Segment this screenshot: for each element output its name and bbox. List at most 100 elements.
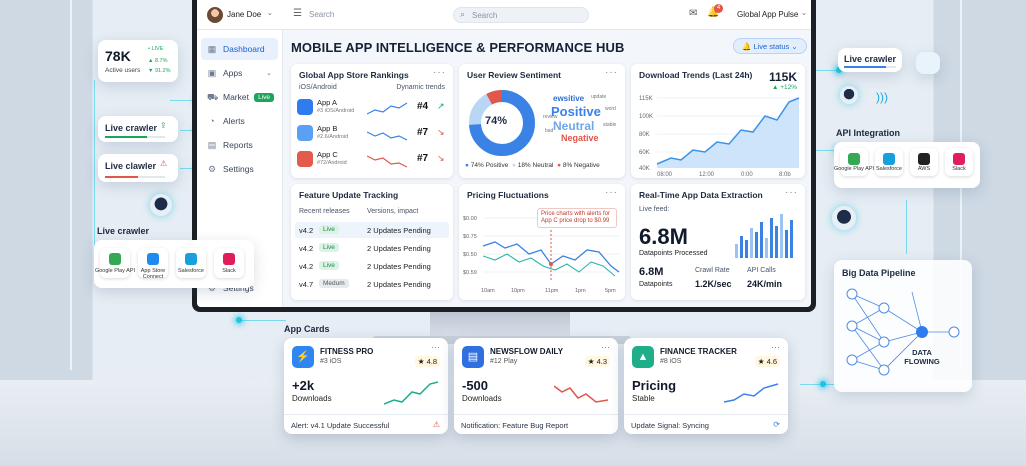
card-title: Feature Update Tracking [299, 190, 399, 200]
slack-logo[interactable]: Slack [945, 148, 973, 176]
live-status-button[interactable]: 🔔 Live status ⌄ [733, 38, 807, 54]
salesforce-logo[interactable]: Salesforce [176, 248, 206, 278]
x-tick: 11pm [545, 288, 559, 294]
impact-label: 2 Updates Pending [367, 226, 431, 235]
legend-neutral: 18% Neutral [517, 162, 554, 169]
search-input[interactable]: ⌕ Search [453, 7, 589, 23]
user-name[interactable]: Jane Doe [227, 10, 261, 19]
feature-row[interactable]: v4.2 Live 2 Updates Pending [295, 240, 449, 256]
status-badge: Live [319, 243, 339, 252]
feed-bar [755, 232, 758, 258]
aws-logo[interactable]: AWS [910, 148, 938, 176]
app-card[interactable]: ▲ FINANCE TRACKER #8 iOS ··· ★ 4.6 Prici… [624, 338, 788, 434]
app-store-connect-logo[interactable]: App Store Connect [138, 248, 168, 280]
notification-badge: 4 [714, 4, 723, 13]
more-options-icon[interactable]: ··· [601, 342, 610, 352]
datapoints-label: Datapoints Processed [639, 250, 708, 257]
app-icon: ⚡ [292, 346, 314, 368]
y-tick: 40K [639, 166, 650, 172]
app-icon [297, 125, 313, 141]
app-card-footer-text: Update Signal: Syncing [631, 421, 709, 430]
feature-row[interactable]: v4.7 Medum 2 Updates Pending [295, 276, 449, 292]
y-tick: $0.50 [463, 252, 477, 258]
slack-logo[interactable]: Slack [214, 248, 244, 278]
google-play-api-logo[interactable]: Google Play API [95, 248, 135, 278]
legend-dot: ● [465, 162, 469, 169]
legend-positive: 74% Positive [470, 162, 509, 169]
downloads-card: Download Trends (Last 24h) 115K ▲ +12% 1… [631, 64, 805, 178]
menu-icon[interactable]: ☰ [293, 8, 302, 19]
feature-row[interactable]: v4.2 Live 2 Updates Pending [295, 222, 449, 238]
search-input-left[interactable]: Search [309, 10, 334, 19]
app-card[interactable]: ▤ NEWSFLOW DAILY #12 Play ··· ★ 4.3 -500… [454, 338, 618, 434]
more-options-icon[interactable]: ··· [771, 342, 780, 352]
workspace-selector[interactable]: Global App Pulse [737, 10, 798, 19]
search-placeholder: Search [472, 11, 498, 20]
status-badge: Live [319, 225, 339, 234]
live-crawler-widget-1[interactable]: Live crawler ⇪ [98, 116, 178, 142]
avatar[interactable] [207, 7, 223, 23]
ranking-row[interactable]: App B #2.6/Android #7 ↘ [297, 122, 447, 146]
more-options-icon[interactable]: ··· [431, 342, 440, 352]
ranking-row[interactable]: App C #72/Android #7 ↘ [297, 148, 447, 172]
mail-icon[interactable]: ✉ [689, 8, 697, 19]
app-card-footer[interactable]: Notification: Feature Bug Report [454, 414, 618, 434]
search-icon: ⌕ [460, 9, 466, 19]
rankings-card: Global App Store Rankings ··· iOS/Androi… [291, 64, 453, 178]
more-options-icon[interactable]: ··· [605, 187, 618, 198]
status-badge: Live [319, 261, 339, 270]
active-users-widget[interactable]: 78K Active users • LIVE ▲ 8.7% ▼ 91.2% [98, 40, 178, 82]
sidebar-item-reports[interactable]: ▤ Reports [201, 134, 278, 156]
live-crawler-widget-right[interactable]: Live crawler [838, 48, 902, 72]
datapoints-value: 6.8M [639, 224, 688, 249]
more-options-icon[interactable]: ··· [433, 67, 446, 78]
sidebar-item-settings[interactable]: ⚙ Settings [201, 158, 278, 180]
feature-row[interactable]: v4.2 Live 2 Updates Pending [295, 258, 449, 274]
sidebar-item-label: Dashboard [223, 44, 265, 54]
app-name: App B [317, 124, 338, 133]
crawler-progress [844, 66, 896, 68]
sidebar-item-label: Reports [223, 140, 253, 150]
app-rank-detail: #2.6/Android [317, 134, 349, 140]
robot-icon [832, 206, 856, 230]
more-options-icon[interactable]: ··· [605, 67, 618, 78]
app-card-metric-label: Stable [632, 394, 655, 403]
app-icon: ▲ [632, 346, 654, 368]
salesforce-logo[interactable]: Salesforce [875, 148, 903, 176]
y-tick: $0.00 [463, 216, 477, 222]
stat-down: ▼ 91.2% [148, 68, 171, 74]
app-card-metric-label: Downloads [292, 394, 332, 403]
app-card-footer[interactable]: Update Signal: Syncing ⟳ [624, 414, 788, 434]
image-widget[interactable] [916, 52, 940, 74]
x-tick: 10pm [511, 288, 525, 294]
legend-dot: ● [511, 162, 516, 169]
rankings-subtitle: iOS/Android [299, 84, 337, 91]
live-feed-label: Live feed: [639, 206, 670, 213]
crawler-progress [105, 176, 165, 178]
x-tick: 08:00 [657, 172, 673, 178]
google-play-api-logo[interactable]: Google Play API [834, 148, 874, 176]
sidebar-item-dashboard[interactable]: ▦ Dashboard [201, 38, 278, 60]
robot-icon [840, 86, 858, 104]
ranking-row[interactable]: App A #3 iOS/Android #4 ↗ [297, 96, 447, 120]
live-crawler-widget-2[interactable]: Live clawler ⚠ [98, 154, 178, 182]
app-card-footer[interactable]: Alert: v4.1 Update Successful ⚠ [284, 414, 448, 434]
app-icon [297, 99, 313, 115]
word-cloud-word: update [591, 94, 607, 100]
sidebar-item-alerts[interactable]: ◔ Alerts [201, 110, 278, 132]
dashboard-screen: Jane Doe ⌄ ☰ Search ⌕ Search ✉ 🔔 4 Globa… [197, 0, 811, 307]
sidebar-item-apps[interactable]: ▣ Apps ⌄ [201, 62, 278, 84]
chevron-down-icon[interactable]: ⌄ [801, 9, 807, 17]
grid-icon: ▦ [207, 44, 217, 54]
more-options-icon[interactable]: ··· [785, 187, 798, 198]
sidebar-item-market[interactable]: ⛟ Market Live [201, 86, 278, 108]
app-card-metric-label: Downloads [462, 394, 502, 403]
rating-badge: ★ 4.8 [414, 356, 440, 367]
app-card[interactable]: ⚡ FITNESS PRO #3 iOS ··· ★ 4.8 +2k Downl… [284, 338, 448, 434]
datapoints-small-value: 6.8M [639, 266, 664, 278]
gear-icon: ⚙ [207, 164, 217, 174]
window-frame [70, 0, 72, 370]
card-title: User Review Sentiment [467, 70, 562, 80]
active-users-value: 78K [105, 48, 131, 64]
chevron-down-icon[interactable]: ⌄ [267, 9, 273, 17]
